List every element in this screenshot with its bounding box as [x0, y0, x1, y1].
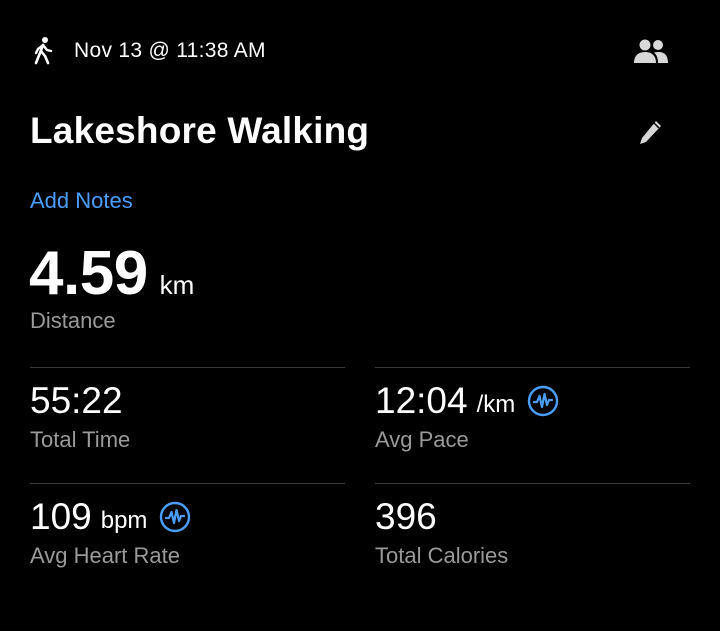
stat-value: 55:22 — [30, 380, 123, 421]
add-notes-link[interactable]: Add Notes — [30, 188, 133, 214]
divider — [30, 483, 345, 484]
stat-avg-pace[interactable]: 12:04 /km Avg Pace — [375, 379, 559, 453]
distance-value: 4.59 km — [29, 238, 194, 309]
distance-label: Distance — [30, 308, 116, 333]
stat-value: 109 — [30, 496, 92, 537]
stat-label: Avg Heart Rate — [30, 543, 181, 568]
stat-unit: bpm — [100, 507, 148, 534]
stat-label: Avg Pace — [375, 427, 469, 452]
pencil-icon[interactable] — [636, 118, 664, 148]
stat-label: Total Calories — [375, 543, 509, 568]
stat-total-calories: 396 Total Calories — [375, 495, 508, 569]
distance-number: 4.59 — [29, 239, 148, 308]
activity-title: Lakeshore Walking — [30, 110, 370, 151]
stat-avg-heart-rate[interactable]: 109 bpm Avg Heart Rate — [30, 495, 191, 569]
stat-value: 396 — [375, 496, 437, 537]
stat-total-time: 55:22 Total Time — [30, 379, 130, 453]
divider — [30, 367, 345, 368]
stat-label: Total Time — [30, 427, 131, 452]
activity-datetime: Nov 13 @ 11:38 AM — [74, 39, 266, 62]
activity-header: Nov 13 @ 11:38 AM — [30, 34, 266, 68]
people-icon[interactable] — [634, 38, 668, 66]
divider — [375, 483, 690, 484]
walking-person-icon — [34, 37, 53, 65]
heart-rate-graph-icon[interactable] — [159, 501, 191, 533]
distance-unit: km — [159, 270, 195, 300]
divider — [375, 367, 690, 368]
pace-graph-icon[interactable] — [527, 385, 559, 417]
stat-unit: /km — [476, 391, 516, 418]
stat-value: 12:04 — [375, 380, 468, 421]
